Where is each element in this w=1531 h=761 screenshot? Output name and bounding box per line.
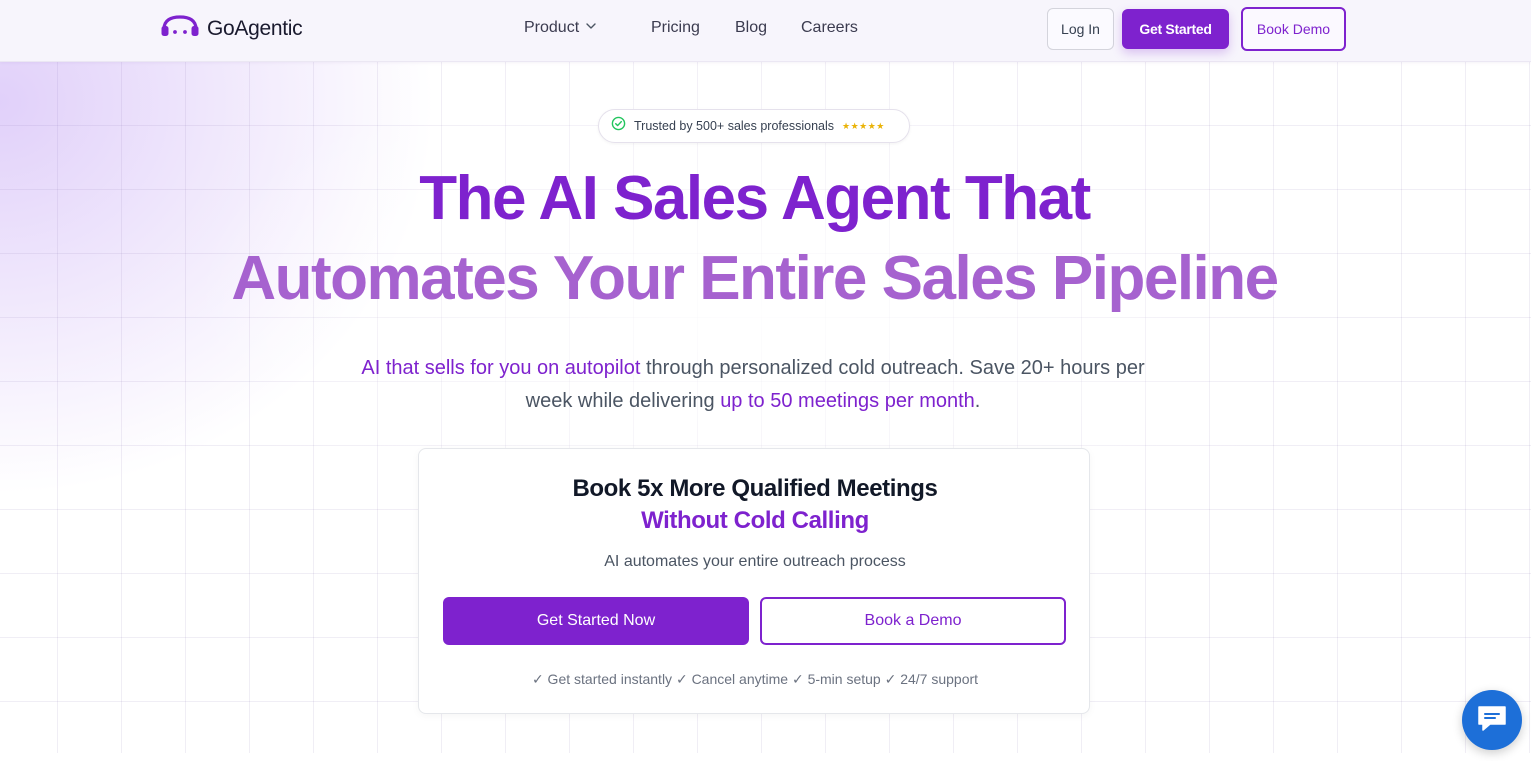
signup-card: Book 5x More Qualified Meetings Without … bbox=[418, 448, 1090, 714]
subheadline-period: . bbox=[974, 390, 981, 412]
nav-product-label: Product bbox=[524, 19, 580, 36]
card-benefits: ✓ Get started instantly ✓ Cancel anytime… bbox=[531, 671, 979, 687]
hero-headline-line2: Automates Your Entire Sales Pipeline bbox=[231, 244, 1279, 313]
hero-headline-line1: The AI Sales Agent That bbox=[419, 164, 1091, 233]
book-a-demo-button[interactable]: Book a Demo bbox=[760, 597, 1066, 645]
nav-link-careers[interactable]: Careers bbox=[801, 19, 858, 37]
chevron-down-icon bbox=[579, 19, 597, 37]
nav-link-blog[interactable]: Blog bbox=[735, 19, 767, 37]
trust-badge: Trusted by 500+ sales professionals ★★★★… bbox=[598, 109, 910, 143]
chat-widget-button[interactable] bbox=[1462, 690, 1522, 750]
subheadline-highlight-autopilot: AI that sells for you on autopilot bbox=[361, 357, 641, 379]
hero-subheadline: AI that sells for you on autopilot throu… bbox=[353, 352, 1153, 418]
login-button[interactable]: Log In bbox=[1047, 8, 1114, 50]
page-bottom-edge bbox=[0, 753, 1531, 761]
subheadline-highlight-meetings: up to 50 meetings per month bbox=[720, 390, 975, 412]
headset-logo-icon bbox=[160, 14, 200, 44]
book-demo-button[interactable]: Book Demo bbox=[1241, 7, 1346, 51]
nav-product-dropdown[interactable]: Product bbox=[524, 19, 597, 37]
brand-logo[interactable]: GoAgentic bbox=[160, 14, 303, 44]
brand-name: GoAgentic bbox=[207, 17, 303, 40]
get-started-now-button[interactable]: Get Started Now bbox=[443, 597, 749, 645]
star-rating: ★★★★★ bbox=[842, 120, 885, 131]
nav-link-pricing[interactable]: Pricing bbox=[651, 19, 700, 37]
trust-badge-text: Trusted by 500+ sales professionals bbox=[634, 119, 834, 133]
get-started-button[interactable]: Get Started bbox=[1122, 9, 1229, 49]
card-title: Book 5x More Qualified Meetings bbox=[572, 475, 938, 502]
top-navigation-bar: GoAgentic Product Pricing Blog Careers L… bbox=[0, 0, 1531, 62]
check-circle-icon bbox=[611, 116, 626, 136]
card-description: AI automates your entire outreach proces… bbox=[604, 553, 906, 570]
card-title-accent: Without Cold Calling bbox=[641, 507, 869, 534]
chat-bubble-icon bbox=[1476, 704, 1508, 737]
